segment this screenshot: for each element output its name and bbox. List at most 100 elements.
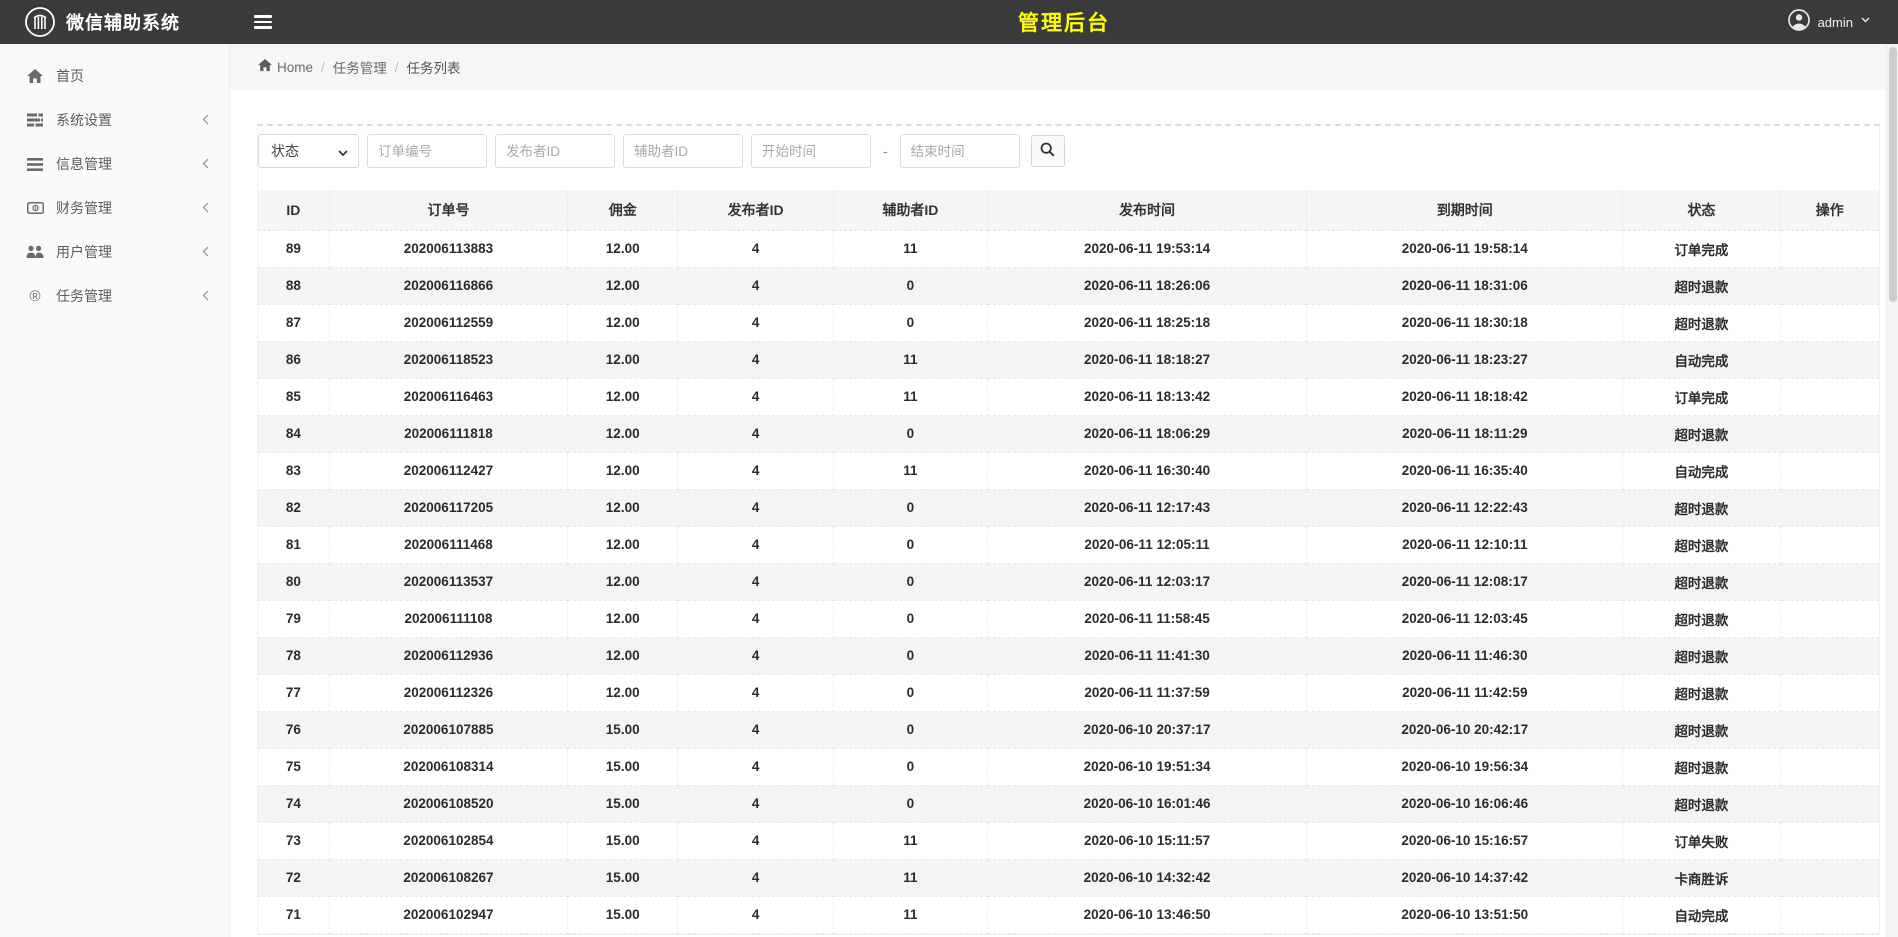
table-cell: 84 bbox=[258, 415, 329, 452]
table-cell: 2020-06-11 16:35:40 bbox=[1307, 452, 1623, 489]
vertical-scrollbar[interactable] bbox=[1886, 44, 1898, 937]
search-button[interactable] bbox=[1031, 135, 1065, 167]
table-cell: 0 bbox=[833, 267, 987, 304]
table-cell: 自动完成 bbox=[1623, 341, 1780, 378]
table-cell: 202006108520 bbox=[329, 785, 567, 822]
table-cell bbox=[1780, 415, 1879, 452]
helper-id-input[interactable] bbox=[623, 134, 743, 168]
table-cell: 4 bbox=[678, 378, 834, 415]
table-cell: 2020-06-10 19:56:34 bbox=[1307, 748, 1623, 785]
table-cell: 超时退款 bbox=[1623, 526, 1780, 563]
table-cell: 4 bbox=[678, 822, 834, 859]
table-cell: 2020-06-11 18:13:42 bbox=[987, 378, 1306, 415]
table-cell: 2020-06-11 19:58:14 bbox=[1307, 230, 1623, 267]
table-cell: 202006108267 bbox=[329, 859, 567, 896]
table-cell: 12.00 bbox=[568, 378, 678, 415]
sidebar-item-system-settings[interactable]: 系统设置 bbox=[0, 98, 229, 142]
status-select[interactable]: 状态 bbox=[258, 134, 359, 168]
column-header-actions: 操作 bbox=[1780, 190, 1879, 230]
table-cell: 15.00 bbox=[568, 896, 678, 933]
end-time-input[interactable] bbox=[900, 134, 1020, 168]
publisher-id-input[interactable] bbox=[495, 134, 615, 168]
table-cell bbox=[1780, 378, 1879, 415]
table-cell: 4 bbox=[678, 452, 834, 489]
table-cell: 11 bbox=[833, 378, 987, 415]
table-cell: 2020-06-11 12:08:17 bbox=[1307, 563, 1623, 600]
sidebar-item-label: 任务管理 bbox=[56, 286, 202, 306]
table-cell: 82 bbox=[258, 489, 329, 526]
table-cell: 0 bbox=[833, 415, 987, 452]
table-cell: 超时退款 bbox=[1623, 489, 1780, 526]
table-cell: 2020-06-10 14:37:42 bbox=[1307, 859, 1623, 896]
brand[interactable]: 微信辅助系统 bbox=[0, 6, 230, 38]
chevron-left-icon bbox=[202, 200, 209, 216]
table-cell: 74 bbox=[258, 785, 329, 822]
table-cell: 订单完成 bbox=[1623, 230, 1780, 267]
table-cell: 12.00 bbox=[568, 526, 678, 563]
table-cell bbox=[1780, 563, 1879, 600]
table-cell: 202006111818 bbox=[329, 415, 567, 452]
order-no-input[interactable] bbox=[367, 134, 487, 168]
user-menu[interactable]: admin bbox=[1788, 0, 1870, 44]
table-cell: 0 bbox=[833, 785, 987, 822]
sidebar-item-home[interactable]: 首页 bbox=[0, 54, 229, 98]
list-icon bbox=[26, 158, 44, 171]
column-header-expire-time: 到期时间 bbox=[1307, 190, 1623, 230]
table-cell: 202006113883 bbox=[329, 230, 567, 267]
table-cell: 超时退款 bbox=[1623, 637, 1780, 674]
chevron-left-icon bbox=[202, 244, 209, 260]
user-avatar-icon bbox=[1788, 9, 1810, 36]
table-cell bbox=[1780, 304, 1879, 341]
sidebar-item-info-management[interactable]: 信息管理 bbox=[0, 142, 229, 186]
table-row: 8520200611646312.004112020-06-11 18:13:4… bbox=[258, 378, 1879, 415]
table-cell: 15.00 bbox=[568, 859, 678, 896]
table-cell: 超时退款 bbox=[1623, 304, 1780, 341]
table-cell: 12.00 bbox=[568, 304, 678, 341]
table-cell: 自动完成 bbox=[1623, 896, 1780, 933]
sidebar-item-task-management[interactable]: ® 任务管理 bbox=[0, 274, 229, 318]
task-list-card: 状态 - bbox=[257, 124, 1880, 935]
table-cell: 202006118523 bbox=[329, 341, 567, 378]
breadcrumb-task-management[interactable]: 任务管理 bbox=[333, 57, 387, 77]
table-cell: 83 bbox=[258, 452, 329, 489]
table-cell: 0 bbox=[833, 711, 987, 748]
scrollbar-thumb[interactable] bbox=[1889, 47, 1897, 302]
table-cell: 15.00 bbox=[568, 711, 678, 748]
chevron-down-icon bbox=[338, 143, 348, 159]
sidebar-item-user-management[interactable]: 用户管理 bbox=[0, 230, 229, 274]
table-row: 8320200611242712.004112020-06-11 16:30:4… bbox=[258, 452, 1879, 489]
table-cell: 73 bbox=[258, 822, 329, 859]
table-cell: 2020-06-11 18:18:27 bbox=[987, 341, 1306, 378]
user-name: admin bbox=[1818, 15, 1853, 30]
table-cell: 12.00 bbox=[568, 563, 678, 600]
table-cell: 11 bbox=[833, 230, 987, 267]
table-cell: 4 bbox=[678, 711, 834, 748]
table-cell: 超时退款 bbox=[1623, 267, 1780, 304]
table-cell bbox=[1780, 341, 1879, 378]
table-cell: 202006102854 bbox=[329, 822, 567, 859]
table-cell: 202006116866 bbox=[329, 267, 567, 304]
table-cell: 超时退款 bbox=[1623, 674, 1780, 711]
table-cell: 超时退款 bbox=[1623, 711, 1780, 748]
sidebar-item-label: 系统设置 bbox=[56, 110, 202, 130]
menu-toggle-button[interactable] bbox=[248, 9, 278, 35]
table-cell: 12.00 bbox=[568, 637, 678, 674]
breadcrumb-home[interactable]: Home bbox=[258, 59, 313, 75]
sidebar-item-finance-management[interactable]: 财务管理 bbox=[0, 186, 229, 230]
table-cell: 4 bbox=[678, 415, 834, 452]
column-header-publisher-id: 发布者ID bbox=[678, 190, 834, 230]
table-cell bbox=[1780, 267, 1879, 304]
table-cell: 86 bbox=[258, 341, 329, 378]
table-cell: 12.00 bbox=[568, 415, 678, 452]
table-cell: 2020-06-10 13:46:50 bbox=[987, 896, 1306, 933]
sidebar-item-label: 用户管理 bbox=[56, 242, 202, 262]
table-cell bbox=[1780, 822, 1879, 859]
table-cell: 超时退款 bbox=[1623, 563, 1780, 600]
table-cell: 11 bbox=[833, 452, 987, 489]
table-cell: 2020-06-11 18:23:27 bbox=[1307, 341, 1623, 378]
column-header-status: 状态 bbox=[1623, 190, 1780, 230]
table-cell: 11 bbox=[833, 822, 987, 859]
start-time-input[interactable] bbox=[751, 134, 871, 168]
table-cell: 202006116463 bbox=[329, 378, 567, 415]
table-cell: 4 bbox=[678, 859, 834, 896]
